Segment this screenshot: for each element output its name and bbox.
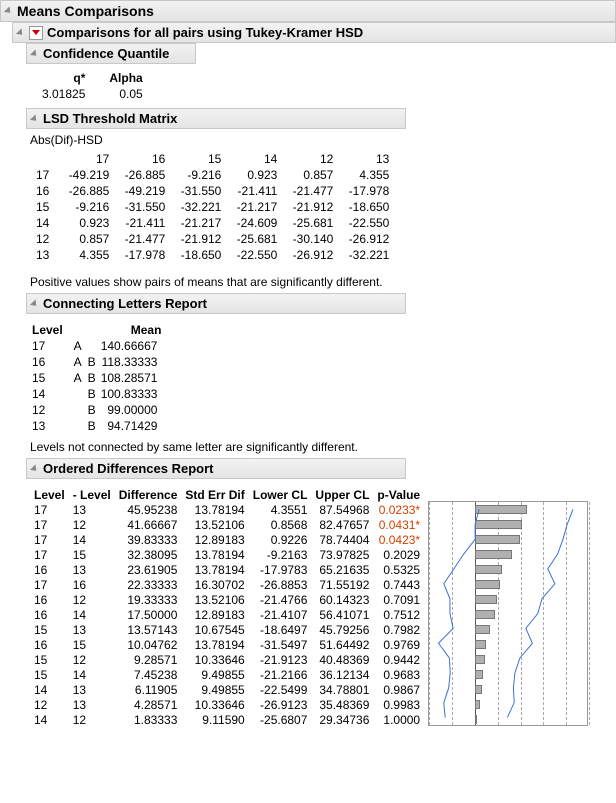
alpha-label: Alpha (91, 70, 148, 86)
lsd-header[interactable]: LSD Threshold Matrix (26, 108, 406, 129)
means-title: Means Comparisons (17, 3, 154, 19)
odr-chart (428, 501, 588, 726)
clr-note: Levels not connected by same letter are … (0, 440, 616, 458)
odr-header[interactable]: Ordered Differences Report (26, 458, 406, 479)
clr-body: LevelMean17A140.6666716AB118.3333315AB10… (0, 314, 616, 440)
means-comparisons-header[interactable]: Means Comparisons (0, 0, 616, 22)
conf-quantile-body: q* Alpha 3.01825 0.05 (0, 64, 616, 108)
conf-title: Confidence Quantile (43, 46, 169, 61)
q-label: q* (36, 70, 91, 86)
clr-header[interactable]: Connecting Letters Report (26, 293, 406, 314)
disclosure-icon[interactable] (30, 49, 39, 58)
clr-title: Connecting Letters Report (43, 296, 207, 311)
clr-table: LevelMean17A140.6666716AB118.3333315AB10… (30, 322, 165, 434)
tukey-header[interactable]: Comparisons for all pairs using Tukey-Kr… (12, 22, 616, 43)
lsd-note: Positive values show pairs of means that… (0, 269, 616, 293)
disclosure-icon[interactable] (30, 464, 39, 473)
disclosure-icon[interactable] (30, 114, 39, 123)
odr-title: Ordered Differences Report (43, 461, 214, 476)
odr-table: Level- LevelDifferenceStd Err DifLower C… (30, 487, 424, 728)
lsd-body: Abs(Dif)-HSD 17161514121317-49.219-26.88… (0, 129, 616, 269)
disclosure-icon[interactable] (30, 299, 39, 308)
alpha-value: 0.05 (91, 86, 148, 102)
lsd-subtitle: Abs(Dif)-HSD (30, 133, 616, 149)
tukey-title: Comparisons for all pairs using Tukey-Kr… (47, 25, 363, 40)
conf-quantile-header[interactable]: Confidence Quantile (26, 43, 196, 64)
disclosure-icon[interactable] (4, 6, 13, 15)
lsd-table: 17161514121317-49.219-26.885-9.2160.9230… (30, 151, 395, 263)
lsd-title: LSD Threshold Matrix (43, 111, 177, 126)
q-value: 3.01825 (36, 86, 91, 102)
hotspot-icon[interactable] (29, 26, 43, 40)
disclosure-icon[interactable] (16, 28, 25, 37)
